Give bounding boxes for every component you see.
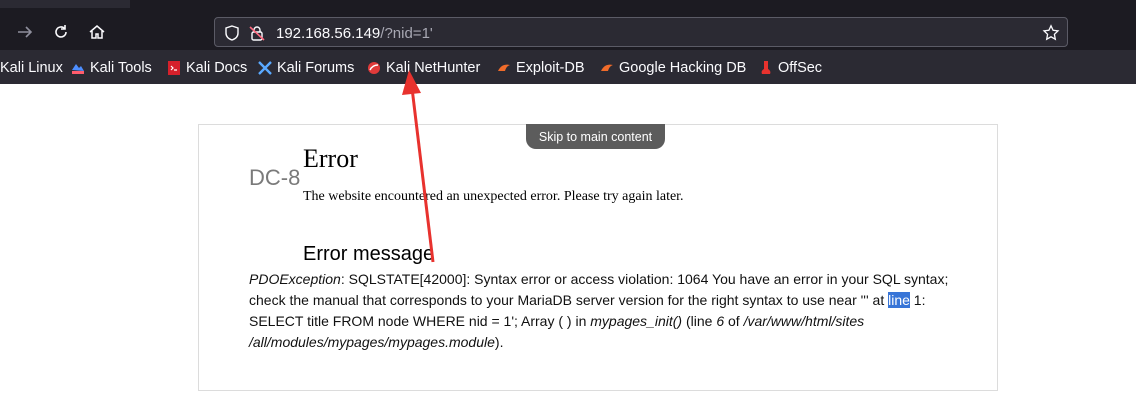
exception-name: PDOException (249, 271, 341, 287)
offsec-icon (759, 61, 773, 75)
bookmark-label: Google Hacking DB (619, 60, 747, 76)
url-host: 192.168.56.149 (276, 25, 381, 42)
home-icon (89, 25, 105, 39)
bookmark-label: Kali Tools (90, 60, 152, 76)
bookmark-label: OffSec (778, 60, 823, 76)
bookmark-kali-forums[interactable]: Kali Forums (258, 58, 354, 78)
url-text[interactable]: 192.168.56.149/?nid=1' (276, 25, 433, 42)
bookmark-label: Kali Docs (186, 60, 248, 76)
skip-to-main-link[interactable]: Skip to main content (526, 124, 665, 149)
bookmark-label: Kali NetHunter (386, 60, 481, 76)
site-name[interactable]: DC-8 (249, 165, 300, 191)
error-description: The website encountered an unexpected er… (303, 189, 684, 204)
function-name: mypages_init() (590, 313, 683, 329)
line-number: 6 (716, 313, 725, 329)
reload-button[interactable] (49, 20, 73, 44)
url-path: /?nid=1' (380, 25, 433, 42)
bookmark-kali-docs[interactable]: Kali Docs (167, 58, 247, 78)
bookmark-star-icon[interactable] (1042, 24, 1060, 42)
error-message-heading: Error message (303, 243, 435, 265)
bookmark-label: Kali Forums (277, 60, 355, 76)
url-bar[interactable]: 192.168.56.149/?nid=1' (214, 17, 1068, 47)
insecure-lock-icon[interactable] (248, 24, 266, 42)
bookmarks-toolbar: Kali Linux Kali Tools Kali Docs Kali For… (0, 50, 1136, 84)
forward-button[interactable] (13, 20, 37, 44)
shield-icon[interactable] (223, 24, 241, 42)
error-message-text: PDOException: SQLSTATE[42000]: Syntax er… (249, 271, 949, 350)
google-hacking-db-icon (600, 61, 614, 75)
bookmark-label: Exploit-DB (516, 60, 585, 76)
browser-toolbar: 192.168.56.149/?nid=1' (0, 0, 1136, 50)
kali-nethunter-icon (367, 61, 381, 75)
kali-forums-icon (258, 61, 272, 75)
error-title: Error (303, 144, 358, 173)
bookmark-kali-tools[interactable]: Kali Tools (71, 58, 152, 78)
reload-icon (55, 25, 67, 38)
selected-text: line (888, 292, 910, 308)
arrow-right-icon (18, 26, 33, 38)
bookmark-offsec[interactable]: OffSec (759, 58, 822, 78)
bookmark-exploit-db[interactable]: Exploit-DB (497, 58, 585, 78)
exploit-db-icon (497, 61, 511, 75)
bookmark-kali-linux[interactable]: Kali Linux (0, 58, 63, 78)
bookmark-google-hacking-db[interactable]: Google Hacking DB (600, 58, 746, 78)
kali-docs-icon (167, 61, 181, 75)
tab-strip (0, 0, 1136, 8)
bookmark-kali-nethunter[interactable]: Kali NetHunter (367, 58, 480, 78)
home-button[interactable] (85, 20, 109, 44)
bookmark-label: Kali Linux (0, 60, 63, 76)
kali-tools-icon (71, 61, 85, 75)
